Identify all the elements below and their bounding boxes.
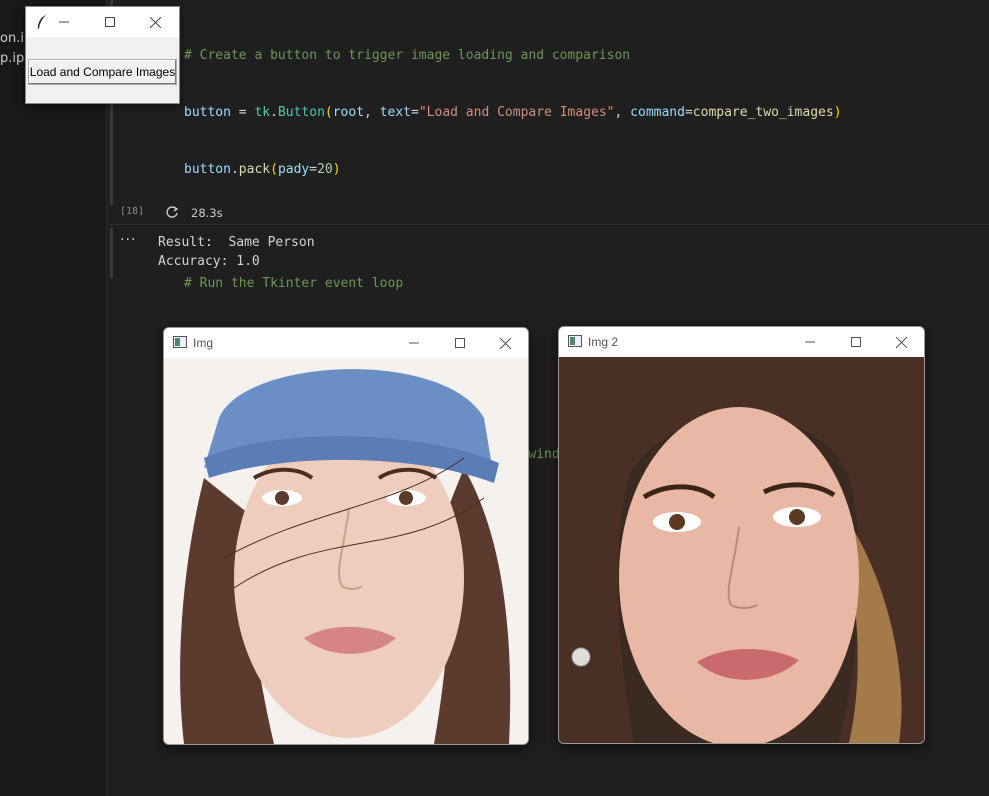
execution-time: 28.3s (191, 206, 223, 220)
close-button[interactable] (483, 328, 527, 358)
face-image-2 (559, 357, 924, 743)
opencv-window-img[interactable]: Img (163, 327, 529, 745)
maximize-button[interactable] (834, 327, 878, 357)
code-comment: # Create a button to trigger image loadi… (184, 48, 631, 63)
window-title: Img (193, 336, 214, 350)
cv-title-bar[interactable]: Img (164, 328, 528, 358)
minimize-icon (805, 341, 815, 343)
code-comment: # Run the Tkinter event loop (184, 276, 404, 291)
output-line: Accuracy: 1.0 (158, 254, 260, 269)
window-title: Img 2 (588, 335, 619, 349)
app-icon (568, 335, 582, 347)
close-icon (895, 336, 907, 348)
close-button[interactable] (879, 327, 923, 357)
rerun-icon[interactable] (165, 205, 179, 219)
close-icon (149, 16, 161, 28)
minimize-icon (59, 21, 69, 23)
cell-status-bar: [18] 28.3s (110, 200, 989, 225)
cv-title-bar[interactable]: Img 2 (559, 327, 924, 357)
close-icon (499, 337, 511, 349)
output-line: Result: Same Person (158, 235, 315, 250)
execution-count: [18] (120, 206, 145, 217)
cell-output: Result: Same Person Accuracy: 1.0 (158, 233, 315, 271)
minimize-icon (409, 342, 419, 344)
minimize-button[interactable] (42, 7, 86, 37)
code-line-button: button = tk.Button(root, text="Load and … (184, 105, 842, 120)
minimize-button[interactable] (788, 327, 832, 357)
load-compare-button[interactable]: Load and Compare Images (28, 59, 177, 85)
maximize-button[interactable] (438, 328, 482, 358)
tk-title-bar[interactable] (26, 7, 179, 37)
opencv-window-img2[interactable]: Img 2 (558, 326, 925, 744)
minimize-button[interactable] (392, 328, 436, 358)
app-icon (173, 336, 187, 348)
face-image-1 (164, 358, 528, 744)
maximize-icon (851, 337, 861, 347)
output-menu-icon[interactable]: ··· (120, 232, 136, 248)
tk-window[interactable]: Load and Compare Images (25, 6, 180, 104)
code-line-pack: button.pack(pady=20) (184, 162, 341, 177)
explorer-panel: on.ip p.ipy (0, 0, 107, 796)
maximize-icon (105, 17, 115, 27)
close-button[interactable] (133, 7, 177, 37)
maximize-button[interactable] (88, 7, 132, 37)
maximize-icon (455, 338, 465, 348)
output-focus-bar (110, 228, 113, 278)
